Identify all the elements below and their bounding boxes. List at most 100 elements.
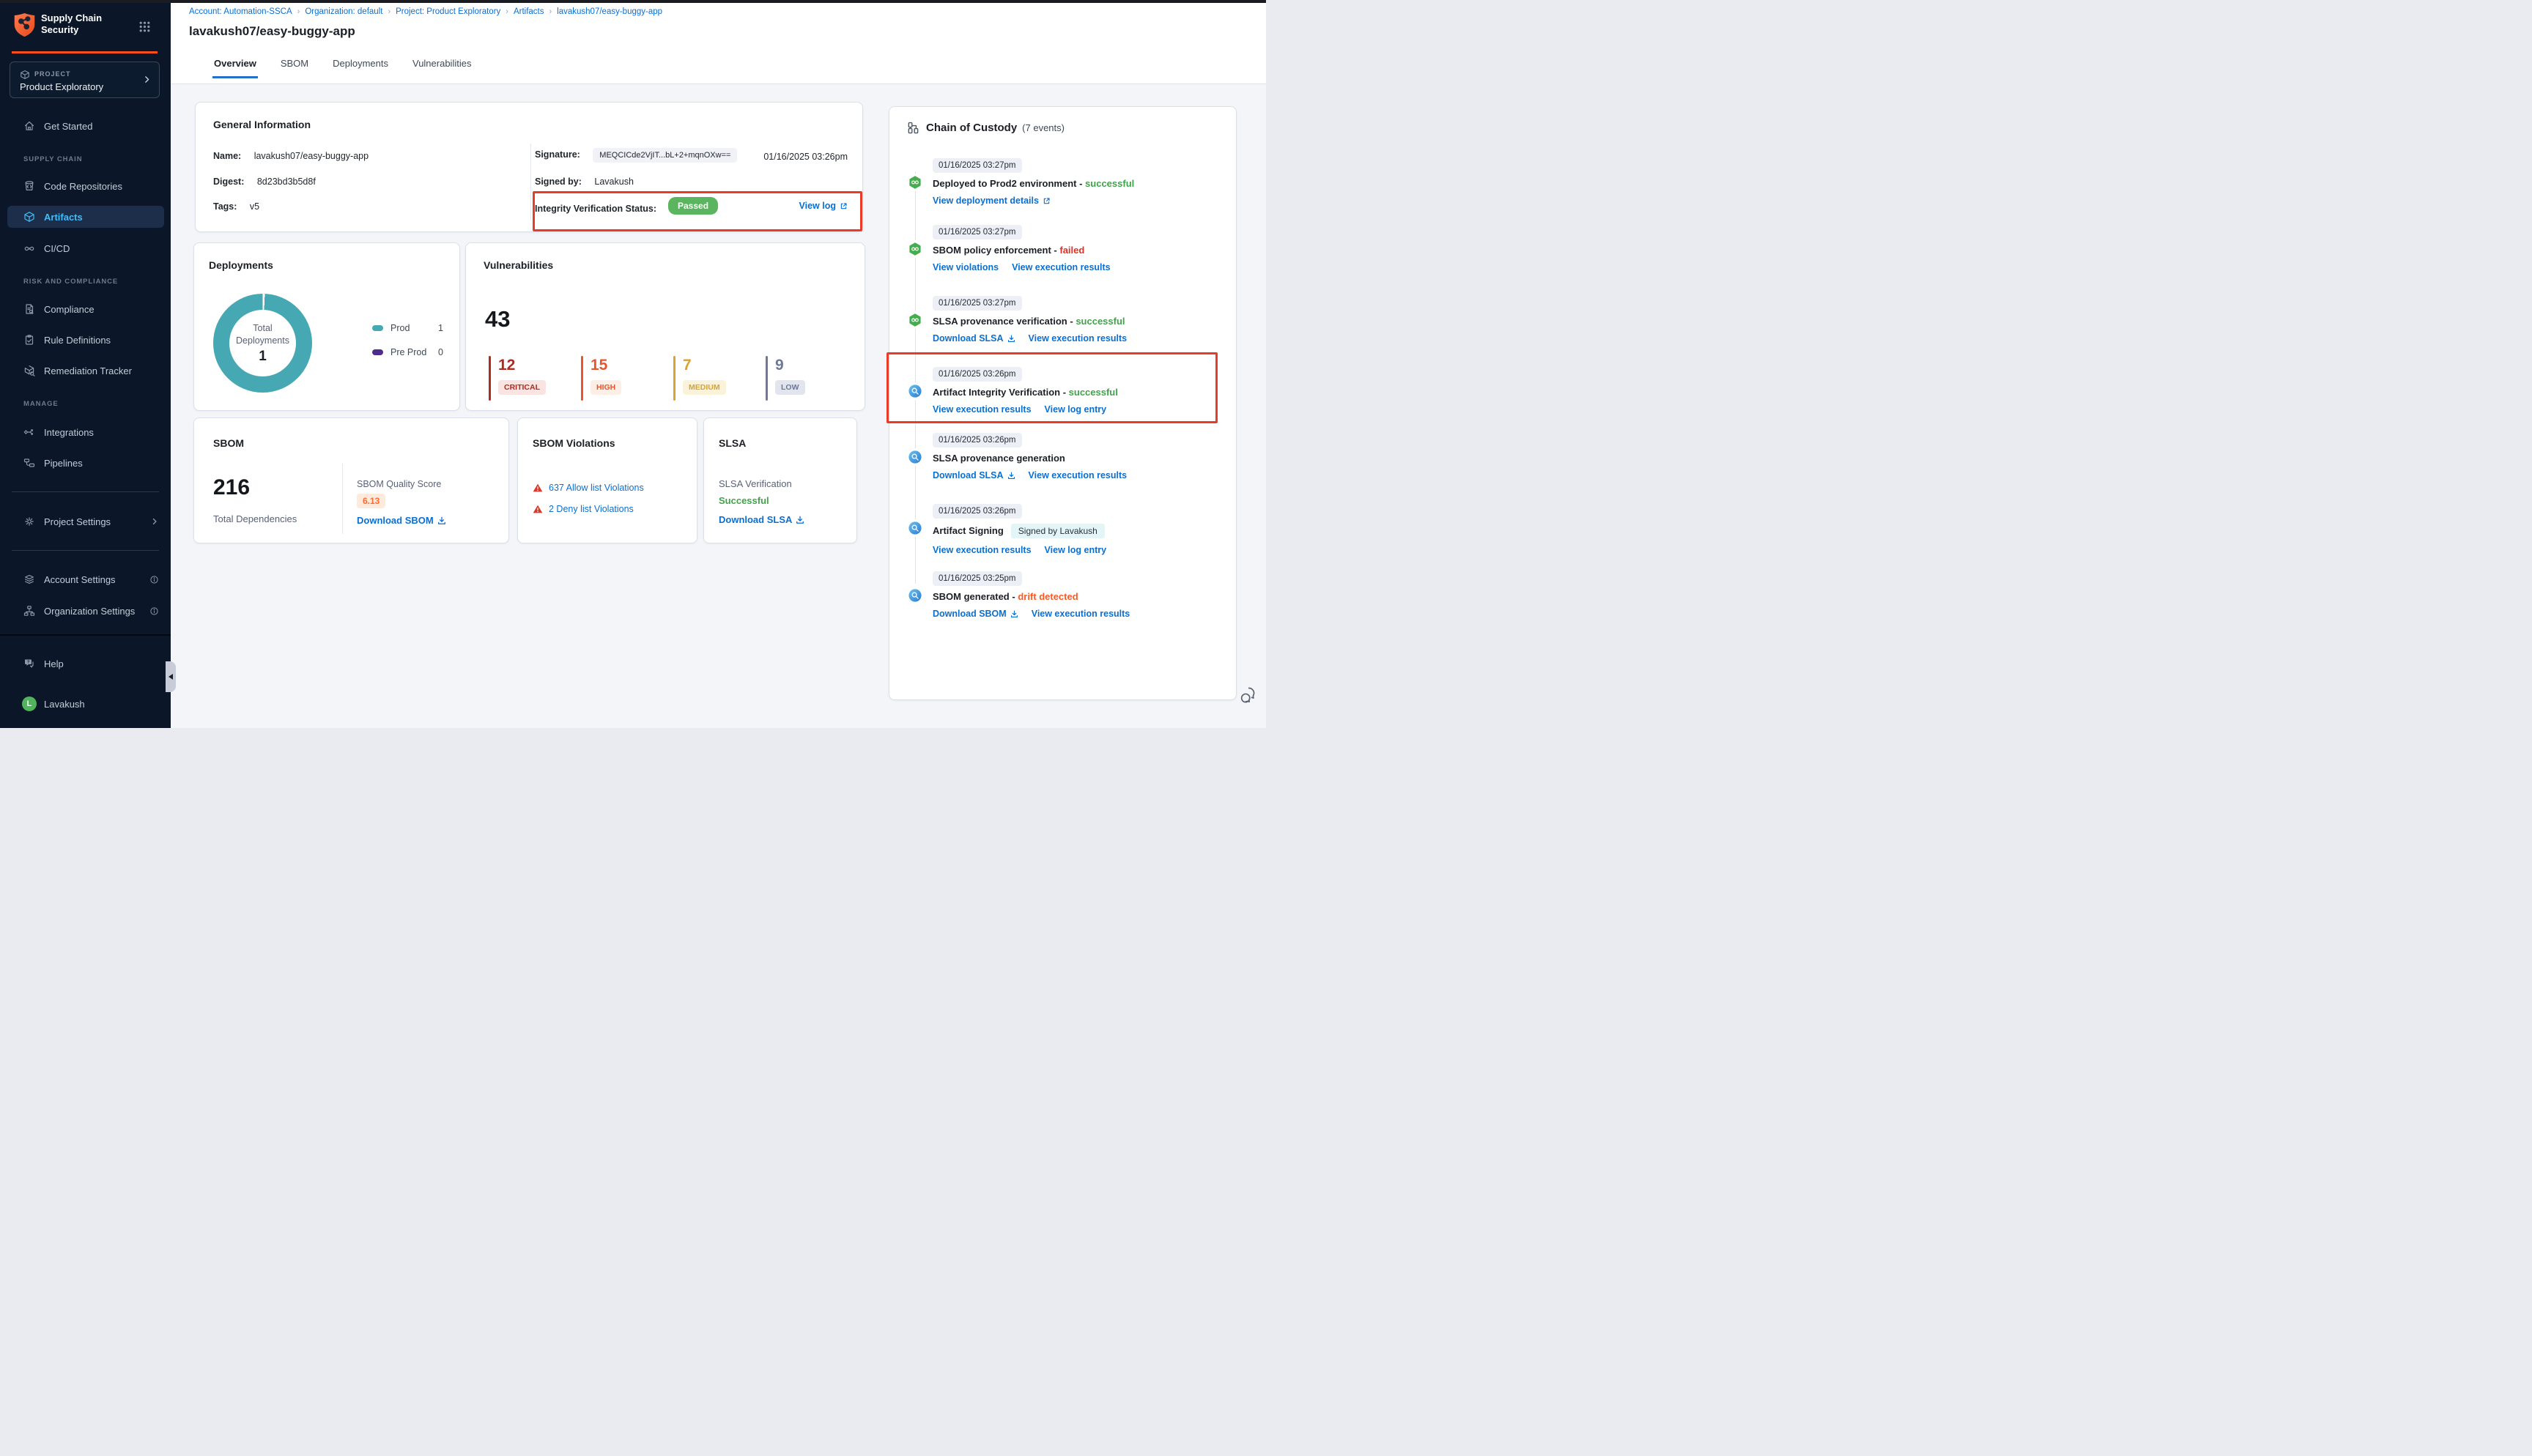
tab-vulnerabilities[interactable]: Vulnerabilities: [411, 53, 473, 78]
signature-value[interactable]: MEQCICde2VjIT...bL+2+mqnOXw==: [593, 148, 737, 163]
slsa-verification-status: Successful: [719, 495, 769, 506]
view-log-entry-link[interactable]: View log entry: [1045, 404, 1107, 415]
view-deployment-details-link[interactable]: View deployment details: [933, 196, 1051, 206]
tab-bar: Overview SBOM Deployments Vulnerabilitie…: [212, 53, 473, 78]
legend-row-preprod: Pre Prod 0: [372, 346, 443, 358]
event-title: Artifact Integrity Verification - succes…: [933, 387, 1227, 398]
download-slsa-link[interactable]: Download SLSA: [719, 514, 804, 525]
event-title: Deployed to Prod2 environment - successf…: [933, 178, 1227, 189]
sidebar-item-rule-definitions[interactable]: Rule Definitions: [0, 329, 171, 351]
breadcrumb-artifacts[interactable]: Artifacts: [514, 7, 544, 16]
download-sbom-link[interactable]: Download SBOM: [933, 609, 1018, 619]
collapse-arrow-icon: [169, 674, 173, 680]
download-slsa-link[interactable]: Download SLSA: [933, 470, 1015, 480]
compliance-document-icon: [23, 303, 35, 315]
info-icon: [149, 606, 159, 616]
sidebar-item-organization-settings[interactable]: Organization Settings: [0, 600, 171, 622]
integrity-status-badge: Passed: [668, 197, 718, 215]
breadcrumb-account[interactable]: Account: Automation-SSCA: [189, 7, 292, 16]
download-sbom-link[interactable]: Download SBOM: [357, 515, 446, 526]
coc-event-sbom-generated: 01/16/2025 03:25pm SBOM generated - drif…: [933, 571, 1227, 619]
breadcrumb-current[interactable]: lavakush07/easy-buggy-app: [557, 7, 662, 16]
cd-module-icon: [908, 242, 922, 256]
sidebar-user[interactable]: L Lavakush: [0, 691, 171, 716]
sidebar-item-code-repositories[interactable]: Code Repositories: [0, 175, 171, 197]
help-chat-icon: ?: [23, 658, 35, 669]
signed-by-chip: Signed by Lavakush: [1011, 524, 1105, 538]
info-icon: [149, 575, 159, 584]
sidebar: Supply Chain Security PROJECT Product Ex…: [0, 0, 171, 728]
tags-row: Tags: v5: [213, 201, 259, 212]
breadcrumb-project[interactable]: Project: Product Exploratory: [396, 7, 500, 16]
view-execution-results-link[interactable]: View execution results: [1032, 609, 1130, 619]
view-execution-results-link[interactable]: View execution results: [933, 404, 1032, 415]
sidebar-collapse-handle[interactable]: [166, 661, 176, 692]
donut-center-label: Total Deployments 1: [213, 294, 312, 393]
page-header: Account: Automation-SSCA › Organization:…: [171, 0, 1266, 84]
sidebar-item-get-started[interactable]: Get Started: [0, 115, 171, 137]
tab-deployments[interactable]: Deployments: [331, 53, 390, 78]
clipboard-check-icon: [23, 334, 35, 346]
breadcrumb: Account: Automation-SSCA › Organization:…: [189, 7, 662, 16]
download-icon: [437, 516, 446, 525]
event-timestamp: 01/16/2025 03:27pm: [933, 158, 1022, 173]
view-violations-link[interactable]: View violations: [933, 262, 999, 272]
cd-module-icon: [908, 176, 922, 189]
tab-overview[interactable]: Overview: [212, 53, 258, 78]
integrations-icon: [23, 426, 35, 438]
artifacts-cube-icon: [23, 211, 35, 223]
sbom-quality-score-label: SBOM Quality Score: [357, 479, 441, 489]
event-status: successful: [1076, 316, 1125, 327]
sbom-violations-card: SBOM Violations 637 Allow list Violation…: [517, 417, 697, 543]
sbom-quality-score-value: 6.13: [357, 494, 385, 508]
project-selector[interactable]: PROJECT Product Exploratory: [10, 62, 160, 98]
user-name: Lavakush: [44, 699, 85, 710]
sidebar-section-risk-compliance: RISK AND COMPLIANCE: [23, 278, 118, 286]
event-links: View execution results View log entry: [933, 545, 1227, 555]
sidebar-item-compliance[interactable]: Compliance: [0, 298, 171, 320]
module-switcher-grid-icon[interactable]: [138, 21, 151, 33]
deny-list-violations-row: 2 Deny list Violations: [533, 504, 634, 514]
supply-chain-security-logo-icon: [12, 12, 37, 39]
artifact-name: lavakush07/easy-buggy-app: [254, 151, 369, 161]
signature-row: Signature: MEQCICde2VjIT...bL+2+mqnOXw==: [535, 149, 737, 160]
ssca-module-icon: [908, 450, 922, 464]
view-log-entry-link[interactable]: View log entry: [1045, 545, 1107, 555]
sidebar-item-remediation-tracker[interactable]: Remediation Tracker: [0, 360, 171, 382]
event-count: (7 events): [1022, 122, 1065, 133]
deny-list-violations-link[interactable]: 2 Deny list Violations: [549, 504, 634, 514]
event-links: Download SBOM View execution results: [933, 609, 1227, 619]
event-status: failed: [1059, 245, 1084, 256]
sidebar-item-integrations[interactable]: Integrations: [0, 421, 171, 443]
sidebar-item-project-settings[interactable]: Project Settings: [0, 510, 171, 532]
allow-list-violations-link[interactable]: 637 Allow list Violations: [549, 483, 644, 493]
slsa-verification-label: SLSA Verification: [719, 478, 792, 489]
view-execution-results-link[interactable]: View execution results: [933, 545, 1032, 555]
app-screen: Supply Chain Security PROJECT Product Ex…: [0, 0, 1266, 728]
breadcrumb-organization[interactable]: Organization: default: [305, 7, 382, 16]
sidebar-item-account-settings[interactable]: Account Settings: [0, 568, 171, 590]
view-log-link[interactable]: View log: [799, 201, 848, 211]
coc-event-deployed-prod2: 01/16/2025 03:27pm Deployed to Prod2 env…: [933, 158, 1227, 206]
coc-event-artifact-integrity-verification: 01/16/2025 03:26pm Artifact Integrity Ve…: [933, 367, 1227, 415]
download-icon: [796, 516, 804, 524]
artifact-tag: v5: [250, 201, 259, 212]
view-execution-results-link[interactable]: View execution results: [1029, 470, 1128, 480]
chevron-right-icon: [142, 75, 152, 84]
sidebar-item-pipelines[interactable]: Pipelines: [0, 452, 171, 474]
sidebar-divider: [12, 491, 159, 492]
view-execution-results-link[interactable]: View execution results: [1012, 262, 1111, 272]
sidebar-item-artifacts[interactable]: Artifacts: [7, 206, 164, 228]
sidebar-item-help[interactable]: ? Help: [0, 653, 171, 675]
download-icon: [1007, 335, 1015, 343]
support-chat-icon[interactable]: [1240, 686, 1259, 704]
sidebar-section-supply-chain: SUPPLY CHAIN: [23, 155, 83, 163]
tab-sbom[interactable]: SBOM: [279, 53, 310, 78]
view-execution-results-link[interactable]: View execution results: [1029, 333, 1128, 343]
sidebar-item-cicd[interactable]: CI/CD: [0, 237, 171, 259]
event-links: View violations View execution results: [933, 262, 1227, 272]
signed-by-value: Lavakush: [594, 177, 634, 187]
severity-high: 15 HIGH: [581, 356, 673, 401]
download-slsa-link[interactable]: Download SLSA: [933, 333, 1015, 343]
home-icon: [23, 120, 35, 132]
